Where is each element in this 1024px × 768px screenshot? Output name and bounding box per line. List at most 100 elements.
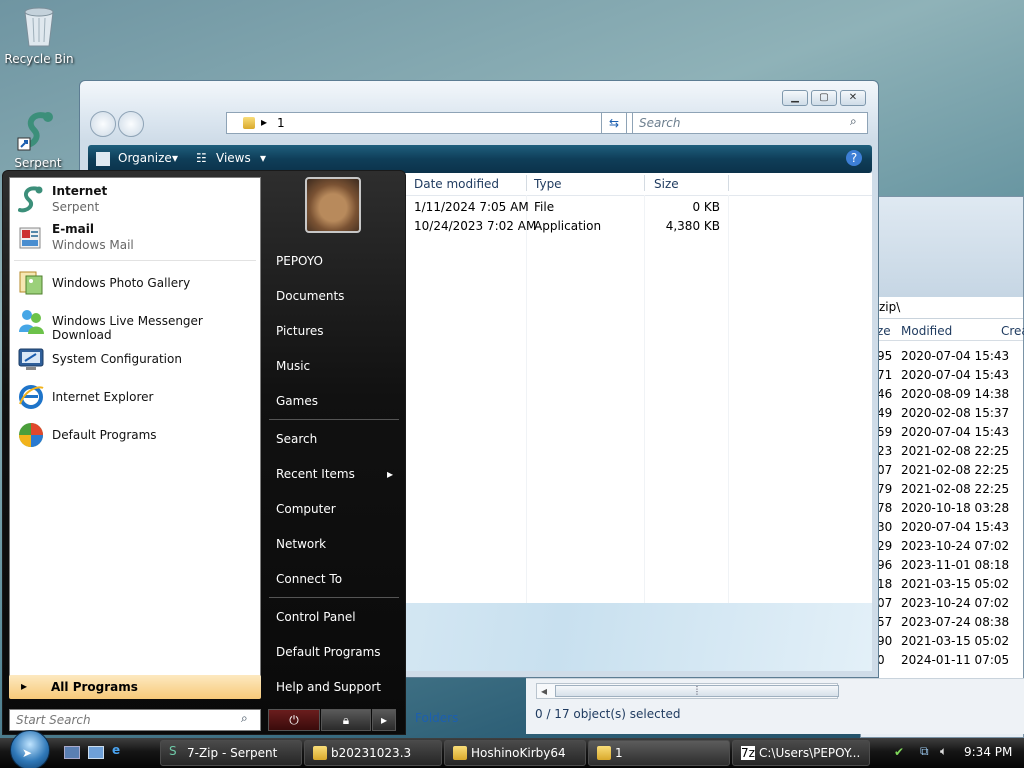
organize-dropdown-icon[interactable]: ▾ xyxy=(172,151,178,165)
shutdown-options-button[interactable]: ▸ xyxy=(372,709,396,731)
scroll-thumb[interactable]: ⦙ xyxy=(555,685,839,697)
start-recent-items[interactable]: Recent Items xyxy=(276,467,355,481)
recent-photo-gallery[interactable]: Windows Photo Gallery xyxy=(16,266,256,302)
start-documents[interactable]: Documents xyxy=(276,289,344,303)
arrow-right-icon: ▸ xyxy=(380,713,388,727)
taskbar-button-7zip[interactable]: S 7-Zip - Serpent xyxy=(160,740,302,766)
7zip-row-modified: 2021-02-08 22:25 xyxy=(901,463,1010,477)
7zip-file-row[interactable]: 79 2021-02-08 22:25 xyxy=(861,480,1023,499)
start-default-programs[interactable]: Default Programs xyxy=(276,645,381,659)
7zip-file-row[interactable]: 18 2021-03-15 05:02 xyxy=(861,575,1023,594)
7zip-file-row[interactable]: 71 2020-07-04 15:43 xyxy=(861,366,1023,385)
tray-check-icon[interactable]: ✔ xyxy=(894,745,904,759)
7zip-row-modified: 2020-07-04 15:43 xyxy=(901,520,1010,534)
7zip-file-row[interactable]: 46 2020-08-09 14:38 xyxy=(861,385,1023,404)
7zip-row-modified: 2023-10-24 07:02 xyxy=(901,539,1010,553)
7zip-file-row[interactable]: 59 2020-07-04 15:43 xyxy=(861,423,1023,442)
recent-item-label: Internet Explorer xyxy=(52,390,154,404)
col-size[interactable]: Size xyxy=(654,177,679,191)
lock-button[interactable]: 🔒︎ xyxy=(321,709,371,731)
show-desktop-icon[interactable] xyxy=(64,746,80,759)
7zip-col-modified[interactable]: Modified xyxy=(901,324,952,338)
user-avatar[interactable] xyxy=(305,177,361,233)
7zip-address-bar[interactable]: zip\ xyxy=(861,297,1023,319)
7zip-row-modified: 2024-01-11 07:05 xyxy=(901,653,1010,667)
start-network[interactable]: Network xyxy=(276,537,326,551)
back-button[interactable] xyxy=(90,111,116,137)
file-date: 10/24/2023 7:02 AM xyxy=(414,219,537,233)
7zip-file-row[interactable]: 07 2023-10-24 07:02 xyxy=(861,594,1023,613)
help-icon[interactable]: ? xyxy=(846,150,862,166)
start-music[interactable]: Music xyxy=(276,359,310,373)
forward-button[interactable] xyxy=(118,111,144,137)
start-help-and-support[interactable]: Help and Support xyxy=(276,680,381,694)
7zip-file-row[interactable]: 0 2024-01-11 07:05 xyxy=(861,651,1023,670)
start-pictures[interactable]: Pictures xyxy=(276,324,324,338)
start-user-link[interactable]: PEPOYO xyxy=(276,254,323,268)
organize-button[interactable]: Organize xyxy=(118,151,172,165)
recycle-bin-desktop-icon[interactable]: Recycle Bin xyxy=(1,4,77,66)
7zip-row-size: 59 xyxy=(877,425,893,439)
minimize-button[interactable]: ▁ xyxy=(782,90,808,106)
taskbar-button-7zip-path[interactable]: 7z C:\Users\PEPOY... xyxy=(732,740,870,766)
serpent-icon xyxy=(17,112,53,151)
start-connect-to[interactable]: Connect To xyxy=(276,572,342,586)
7zip-file-row[interactable]: 23 2021-02-08 22:25 xyxy=(861,442,1023,461)
recent-default-programs[interactable]: Default Programs xyxy=(16,418,256,454)
horizontal-scrollbar[interactable]: ◂ ⦙ xyxy=(536,683,839,699)
clock[interactable]: 9:34 PM xyxy=(964,745,1012,759)
7zip-file-row[interactable]: 29 2023-10-24 07:02 xyxy=(861,537,1023,556)
scroll-left-arrow-icon[interactable]: ◂ xyxy=(541,684,547,698)
7zip-col-size[interactable]: ze xyxy=(877,324,891,338)
taskbar-button-b20231023[interactable]: b20231023.3 xyxy=(304,740,442,766)
col-date-modified[interactable]: Date modified xyxy=(414,177,499,191)
7zip-file-row[interactable]: 07 2021-02-08 22:25 xyxy=(861,461,1023,480)
7zip-file-row[interactable]: 30 2020-07-04 15:43 xyxy=(861,518,1023,537)
quick-launch-ie-icon[interactable]: e xyxy=(112,743,120,757)
breadcrumb-chevron-icon[interactable]: ▸ xyxy=(261,115,267,129)
taskbar-button-label: 7-Zip - Serpent xyxy=(187,746,278,760)
breadcrumb-current[interactable]: 1 xyxy=(277,116,285,130)
folders-toggle[interactable]: Folders xyxy=(415,711,458,725)
7zip-file-row[interactable]: 95 2020-07-04 15:43 xyxy=(861,347,1023,366)
maximize-button[interactable]: ▢ xyxy=(811,90,837,106)
start-search[interactable]: Search xyxy=(276,432,317,446)
recent-system-configuration[interactable]: System Configuration xyxy=(16,342,256,378)
tray-network-icon[interactable]: ⧉ xyxy=(920,744,929,759)
taskbar-button-label: b20231023.3 xyxy=(331,746,412,760)
views-dropdown-icon[interactable]: ▾ xyxy=(260,151,266,165)
close-button[interactable]: ✕ xyxy=(840,90,866,106)
7zip-file-row[interactable]: 57 2023-07-24 08:38 xyxy=(861,613,1023,632)
power-button[interactable]: ⏻ xyxy=(268,709,320,731)
pinned-email[interactable]: E-mail Windows Mail xyxy=(16,220,256,256)
7zip-row-size: 29 xyxy=(877,539,893,553)
serpent-icon: S xyxy=(169,744,177,758)
start-control-panel[interactable]: Control Panel xyxy=(276,610,356,624)
start-search-input[interactable]: Start Search xyxy=(9,709,261,731)
switch-windows-icon[interactable] xyxy=(88,746,104,759)
views-button[interactable]: Views xyxy=(216,151,251,165)
start-games[interactable]: Games xyxy=(276,394,318,408)
tray-volume-muted-icon[interactable]: 🔈︎ xyxy=(940,744,947,759)
pinned-internet[interactable]: Internet Serpent xyxy=(16,182,256,218)
taskbar-button-hoshinokirby64[interactable]: HoshinoKirby64 xyxy=(444,740,586,766)
recent-internet-explorer[interactable]: Internet Explorer xyxy=(16,380,256,416)
folder-icon xyxy=(453,746,467,760)
taskbar-button-folder-1[interactable]: 1 xyxy=(588,740,730,766)
7zip-file-row[interactable]: 78 2020-10-18 03:28 xyxy=(861,499,1023,518)
refresh-button[interactable]: ⇆ xyxy=(601,112,627,134)
7zip-col-created[interactable]: Crea xyxy=(1001,324,1024,338)
7zip-file-row[interactable]: 90 2021-03-15 05:02 xyxy=(861,632,1023,651)
taskbar: ➤ e S 7-Zip - Serpent b20231023.3 Hoshin… xyxy=(0,730,1024,768)
all-programs-button[interactable]: ▸ All Programs xyxy=(9,675,261,699)
start-search-icon[interactable]: ⌕ xyxy=(241,711,248,726)
pinned-subtitle: Serpent xyxy=(52,200,100,214)
recent-live-messenger[interactable]: Windows Live Messenger Download xyxy=(16,304,256,342)
7zip-file-row[interactable]: 96 2023-11-01 08:18 xyxy=(861,556,1023,575)
7zip-file-row[interactable]: 49 2020-02-08 15:37 xyxy=(861,404,1023,423)
search-icon[interactable]: ⌕ xyxy=(850,114,857,129)
search-input[interactable]: Search xyxy=(632,112,868,134)
taskbar-button-label: HoshinoKirby64 xyxy=(471,746,566,760)
col-type[interactable]: Type xyxy=(534,177,562,191)
start-computer[interactable]: Computer xyxy=(276,502,336,516)
